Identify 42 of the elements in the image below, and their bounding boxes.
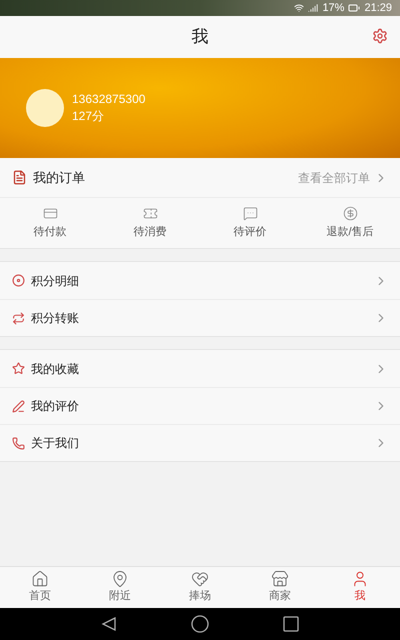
tab[interactable]: 捧场 bbox=[160, 567, 240, 608]
home-circle-icon[interactable] bbox=[191, 615, 209, 633]
recents-icon[interactable] bbox=[283, 616, 299, 632]
pen-icon bbox=[12, 400, 25, 412]
settings-button[interactable] bbox=[372, 28, 388, 44]
clock: 21:29 bbox=[364, 0, 392, 16]
avatar bbox=[26, 89, 64, 127]
star-icon bbox=[12, 362, 25, 375]
target-icon bbox=[12, 274, 25, 287]
orders-title: 我的订单 bbox=[33, 168, 85, 187]
order-status-item[interactable]: 待付款 bbox=[0, 198, 100, 248]
tab[interactable]: 商家 bbox=[240, 567, 320, 608]
menu-item[interactable]: 我的收藏 bbox=[0, 350, 400, 387]
order-status-item[interactable]: 退款/售后 bbox=[300, 198, 400, 248]
heart-hands-icon bbox=[191, 570, 209, 588]
menu-item[interactable]: 关于我们 bbox=[0, 424, 400, 461]
wifi-icon bbox=[294, 3, 304, 13]
battery-percent: 17% bbox=[322, 0, 344, 16]
order-list-icon bbox=[12, 170, 27, 185]
order-status-item[interactable]: 待评价 bbox=[200, 198, 300, 248]
phone-icon bbox=[12, 436, 25, 450]
menu-item[interactable]: 积分明细 bbox=[0, 262, 400, 299]
signal-icon bbox=[308, 3, 318, 13]
location-icon bbox=[111, 570, 129, 588]
chat-icon bbox=[242, 206, 258, 221]
transfer-icon bbox=[12, 312, 25, 324]
tab[interactable]: 我 bbox=[320, 567, 400, 608]
store-icon bbox=[271, 570, 289, 588]
back-icon[interactable] bbox=[101, 616, 117, 632]
phone-number: 13632875300 bbox=[72, 91, 146, 108]
menu-item[interactable]: 积分转账 bbox=[0, 299, 400, 336]
ticket-icon bbox=[142, 206, 158, 221]
menu-item[interactable]: 我的评价 bbox=[0, 387, 400, 424]
page-title: 我 bbox=[192, 26, 208, 48]
home-icon bbox=[31, 570, 49, 588]
order-status-item[interactable]: 待消费 bbox=[100, 198, 200, 248]
tab[interactable]: 附近 bbox=[80, 567, 160, 608]
coin-icon bbox=[342, 206, 358, 221]
points-balance: 127分 bbox=[72, 108, 106, 125]
tab[interactable]: 首页 bbox=[0, 567, 80, 608]
battery-icon bbox=[348, 2, 360, 14]
card-icon bbox=[42, 206, 58, 221]
